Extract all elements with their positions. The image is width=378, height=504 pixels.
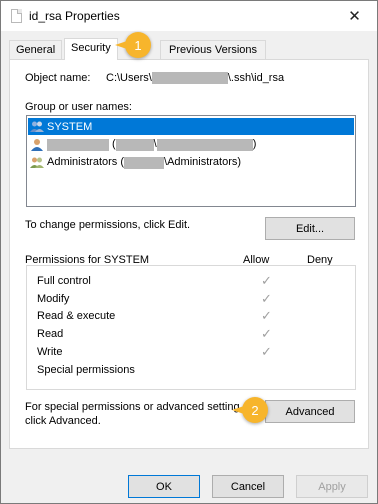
users-group-icon: [30, 157, 44, 168]
allow-check-icon: ✓: [261, 308, 272, 323]
list-item-label: SYSTEM: [47, 120, 93, 133]
permissions-table: Full control Modify Read & execute Read …: [26, 265, 356, 390]
ok-button[interactable]: OK: [128, 475, 200, 498]
redacted-username: [151, 72, 228, 85]
permission-row-full-control: Full control: [37, 275, 91, 287]
apply-button[interactable]: Apply: [296, 475, 368, 498]
list-item-system[interactable]: SYSTEM: [28, 118, 354, 135]
redacted-account: [156, 138, 253, 151]
permission-row-write: Write: [37, 346, 63, 358]
advanced-hint-line1: For special permissions or advanced sett…: [25, 401, 240, 413]
permission-row-read-execute: Read & execute: [37, 310, 116, 322]
tab-general[interactable]: General: [9, 40, 63, 59]
list-item-user[interactable]: (\): [28, 136, 354, 153]
object-name-value: C:\Users\ \.ssh\id_rsa: [106, 72, 285, 85]
list-item-administrators[interactable]: Administrators ( \Administrators): [28, 154, 354, 171]
advanced-hint-line2: click Advanced.: [25, 415, 101, 427]
annotation-badge-1: 1: [115, 32, 151, 58]
object-path-prefix: C:\Users\: [106, 72, 152, 84]
close-button[interactable]: ✕: [332, 1, 377, 31]
security-panel: Object name: C:\Users\ \.ssh\id_rsa Group…: [9, 59, 369, 449]
properties-dialog: id_rsa Properties ✕ General Security Pre…: [0, 0, 378, 504]
users-group-icon: [30, 121, 44, 132]
permission-row-modify: Modify: [37, 293, 70, 305]
object-path-suffix: \.ssh\id_rsa: [227, 72, 285, 84]
change-permissions-hint: To change permissions, click Edit.: [25, 219, 191, 231]
edit-button[interactable]: Edit...: [265, 217, 355, 240]
tab-previous-versions[interactable]: Previous Versions: [160, 40, 267, 59]
allow-check-icon: ✓: [261, 344, 272, 359]
admin-label-suffix: \Administrators): [164, 156, 242, 169]
redacted-machine: [124, 156, 165, 169]
file-icon: [11, 9, 22, 23]
admin-label-prefix: Administrators (: [47, 156, 125, 169]
groups-label: Group or user names:: [25, 101, 132, 113]
group-user-list[interactable]: SYSTEM (\) Administrators ( \Administrato…: [26, 115, 356, 207]
window-title: id_rsa Properties: [29, 9, 120, 23]
list-item-label: (\): [112, 138, 257, 151]
permission-row-special: Special permissions: [37, 364, 135, 376]
title-bar: id_rsa Properties ✕: [1, 1, 377, 31]
advanced-button[interactable]: Advanced: [265, 400, 355, 423]
allow-check-icon: ✓: [261, 326, 272, 341]
cancel-button[interactable]: Cancel: [212, 475, 284, 498]
tab-security[interactable]: Security: [64, 38, 118, 60]
allow-check-icon: ✓: [261, 291, 272, 306]
object-name-label: Object name:: [25, 72, 91, 84]
redacted-user: [47, 138, 109, 151]
list-item-label: Administrators ( \Administrators): [47, 156, 242, 169]
annotation-badge-2: 2: [232, 397, 268, 423]
redacted-domain: [115, 138, 154, 151]
user-icon: [31, 139, 43, 151]
allow-check-icon: ✓: [261, 273, 272, 288]
permission-row-read: Read: [37, 328, 64, 340]
